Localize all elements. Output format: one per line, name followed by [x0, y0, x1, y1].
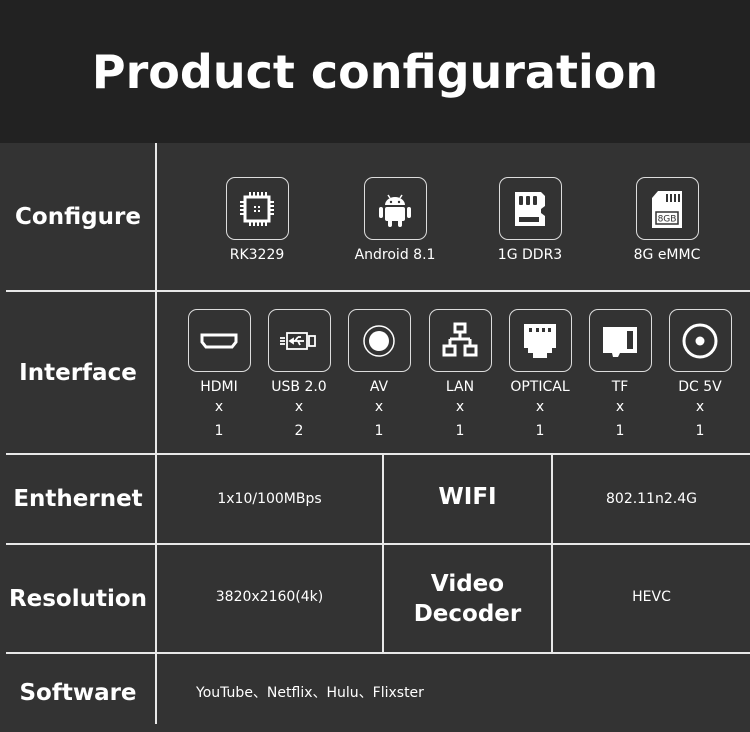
times-sign: x — [374, 399, 384, 415]
config-item-storage: 8GB 8G eMMC — [627, 177, 707, 263]
times-sign: x — [535, 399, 545, 415]
interface-count: 1 — [214, 423, 224, 439]
dc-power-icon — [668, 309, 732, 372]
interface-label: OPTICAL — [510, 379, 570, 395]
config-item-ram: 1G DDR3 — [490, 177, 570, 263]
config-label: 1G DDR3 — [497, 247, 563, 263]
interface-label: HDMI — [200, 379, 238, 395]
interface-item-hdmi: HDMI x 1 — [180, 309, 258, 443]
row-label-interface: Interface — [19, 359, 137, 386]
interface-label: USB 2.0 — [271, 379, 327, 395]
optical-port-icon — [508, 309, 572, 372]
interface-count: 1 — [374, 423, 384, 439]
video-decoder-line2: Decoder — [413, 600, 522, 627]
times-sign: x — [695, 399, 705, 415]
interface-count: 1 — [615, 423, 625, 439]
interface-count: 1 — [455, 423, 465, 439]
config-label: RK3229 — [229, 247, 285, 263]
header: Product configuration — [0, 0, 750, 143]
row-label-ethernet: Enthernet — [13, 486, 143, 512]
config-label: 8G eMMC — [633, 247, 701, 263]
video-decoder-value: HEVC — [632, 588, 671, 605]
row-label-software: Software — [19, 680, 137, 706]
tf-card-icon — [588, 309, 652, 372]
svg-text:8GB: 8GB — [658, 214, 677, 224]
usb-icon — [267, 309, 331, 372]
times-sign: x — [615, 399, 625, 415]
interface-item-tf: TF x 1 — [581, 309, 659, 443]
times-sign: x — [214, 399, 224, 415]
config-label: Android 8.1 — [354, 247, 436, 263]
times-sign: x — [294, 399, 304, 415]
interface-item-av: AV x 1 — [340, 309, 418, 443]
interface-count: 1 — [535, 423, 545, 439]
wifi-label: WIFI — [438, 484, 497, 510]
cpu-chip-icon — [225, 177, 289, 240]
row-label-configure: Configure — [15, 203, 141, 230]
video-decoder-label: Video Decoder — [384, 545, 551, 652]
interface-item-usb: USB 2.0 x 2 — [260, 309, 338, 443]
software-value: YouTube、Netflix、Hulu、Flixster — [196, 685, 424, 701]
sd-card-icon — [498, 177, 562, 240]
times-sign: x — [455, 399, 465, 415]
interface-label: TF — [611, 379, 629, 395]
av-port-icon — [347, 309, 411, 372]
interface-label: AV — [369, 379, 389, 395]
video-decoder-line1: Video — [430, 570, 505, 597]
row-label-resolution: Resolution — [8, 585, 148, 612]
interface-count: 2 — [294, 423, 304, 439]
emmc-card-icon: 8GB — [635, 177, 699, 240]
interface-label: LAN — [445, 379, 475, 395]
config-item-android: Android 8.1 — [345, 177, 445, 263]
interface-item-lan: LAN x 1 — [421, 309, 499, 443]
interface-item-optical: OPTICAL x 1 — [501, 309, 579, 443]
hdmi-port-icon — [187, 309, 251, 372]
ethernet-value: 1x10/100MBps — [217, 491, 322, 507]
lan-network-icon — [428, 309, 492, 372]
resolution-value: 3820x2160(4k) — [215, 588, 324, 605]
page-title: Product configuration — [91, 44, 659, 99]
config-item-cpu: RK3229 — [219, 177, 295, 263]
interface-item-dc: DC 5V x 1 — [661, 309, 739, 443]
interface-label: DC 5V — [678, 379, 722, 395]
android-icon — [363, 177, 427, 240]
wifi-value: 802.11n2.4G — [606, 491, 697, 507]
interface-count: 1 — [695, 423, 705, 439]
